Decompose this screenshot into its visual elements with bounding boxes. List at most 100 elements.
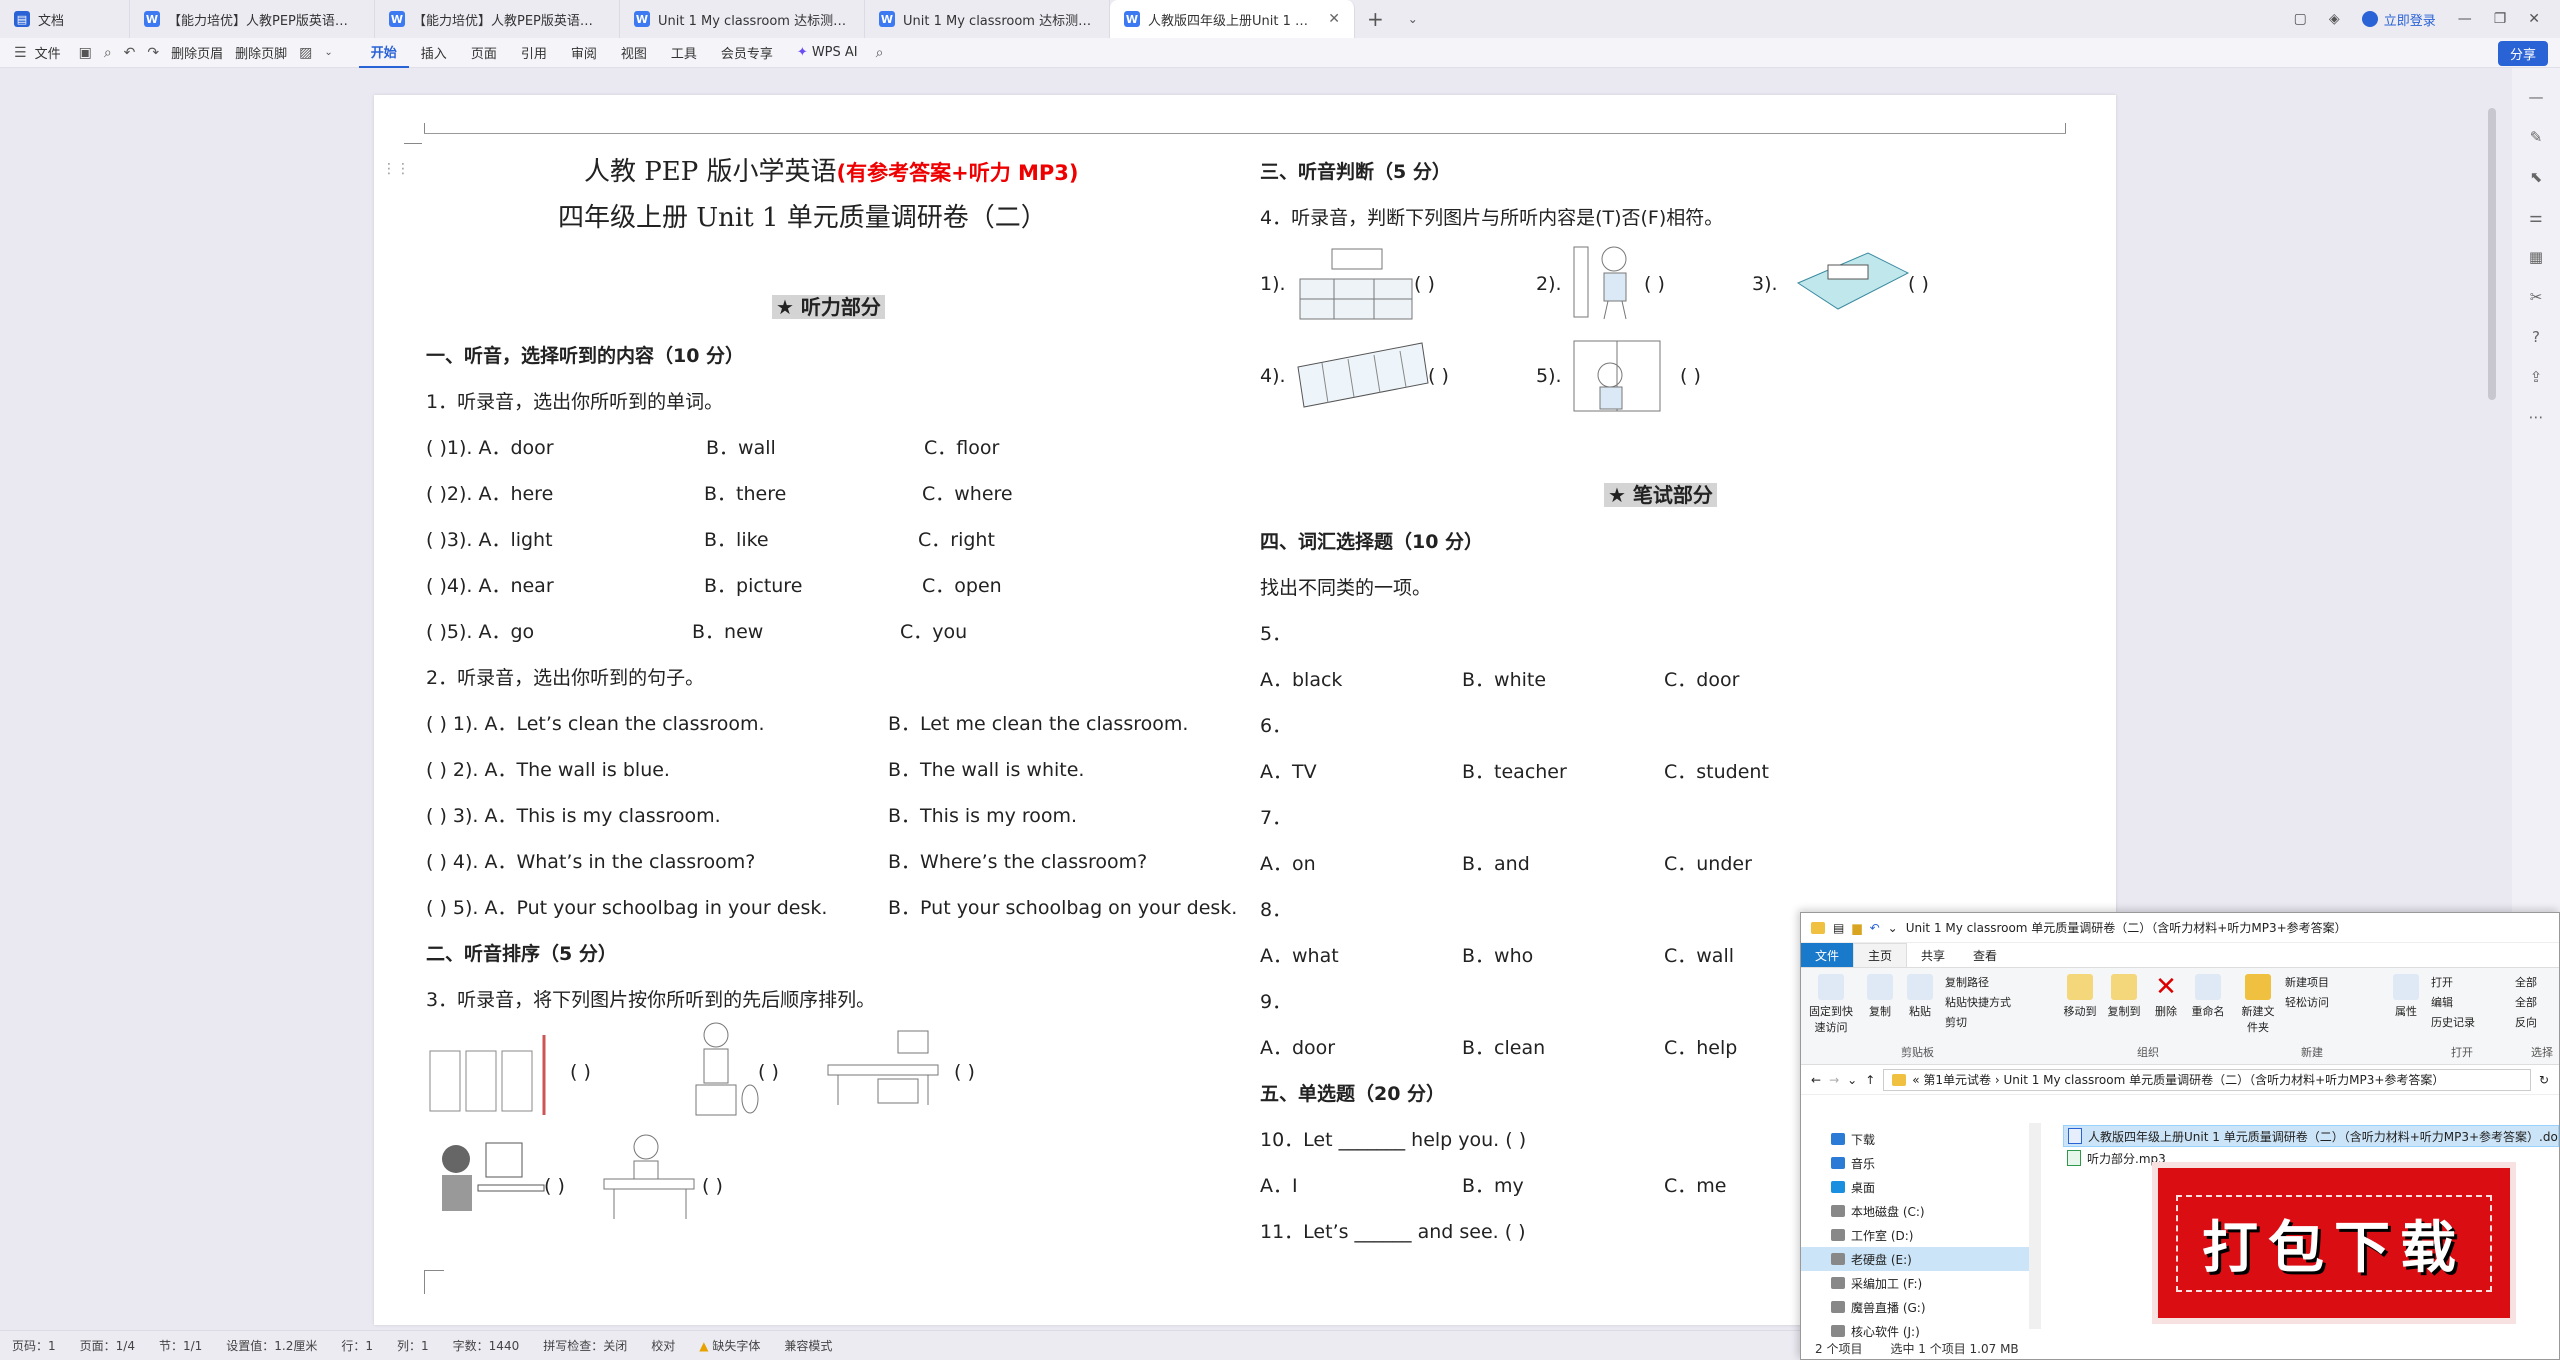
forward-icon[interactable]: → <box>1829 1073 1839 1087</box>
tab-doc-2[interactable]: W【能力培优】人教PEP版英语四年级上 <box>375 0 620 38</box>
open-button[interactable]: 打开 <box>2431 974 2475 990</box>
drag-handle-icon[interactable]: ⋮⋮ <box>382 161 410 177</box>
status-line[interactable]: 行：1 <box>329 1337 385 1354</box>
copy-to-button[interactable]: 复制到 <box>2107 974 2141 1019</box>
nav-item-drive-f[interactable]: 采编加工 (F:) <box>1801 1271 2030 1295</box>
undo-icon[interactable]: ↶ <box>118 45 142 61</box>
status-missing-font[interactable]: ▲ 缺失字体 <box>687 1337 772 1354</box>
new-item-button[interactable]: 新建项目 <box>2285 974 2329 990</box>
image-icon[interactable]: ▦ <box>2529 248 2543 266</box>
tab-insert[interactable]: 插入 <box>409 43 459 62</box>
explorer-tab-file[interactable]: 文件 <box>1801 943 1854 967</box>
status-setting[interactable]: 设置值：1.2厘米 <box>214 1337 329 1354</box>
share-button[interactable]: 分享 <box>2497 41 2548 66</box>
paste-button[interactable]: 粘贴 <box>1905 974 1935 1035</box>
file-item-mp3[interactable]: 听力部分.mp3 <box>2063 1147 2559 1169</box>
recent-chevron-icon[interactable]: ⌄ <box>1847 1073 1857 1087</box>
refresh-icon[interactable]: ↻ <box>2539 1073 2549 1087</box>
status-pages[interactable]: 页面：1/4 <box>68 1337 147 1354</box>
cut-button[interactable]: 剪切 <box>1945 1014 2011 1030</box>
edit-button[interactable]: 编辑 <box>2431 994 2475 1010</box>
more-icon[interactable]: ⋯ <box>2529 408 2544 426</box>
tab-reference[interactable]: 引用 <box>509 43 559 62</box>
qat-undo-icon[interactable]: ↶ <box>1870 921 1880 935</box>
address-field[interactable]: « 第1单元试卷 › Unit 1 My classroom 单元质量调研卷（二… <box>1883 1068 2531 1091</box>
tab-member[interactable]: 会员专享 <box>709 43 785 62</box>
qat-folder-icon[interactable]: ▆ <box>1852 921 1861 935</box>
file-menu[interactable]: 文件 <box>33 43 73 62</box>
delete-header-button[interactable]: 删除页眉 <box>165 43 229 62</box>
wps-ai-button[interactable]: ✦ WPS AI <box>785 45 870 60</box>
up-icon[interactable]: ↑ <box>1865 1073 1875 1087</box>
tab-view[interactable]: 视图 <box>609 43 659 62</box>
layout-icon[interactable]: ▢ <box>2294 11 2307 27</box>
close-tab-icon[interactable]: ✕ <box>1328 11 1340 27</box>
collapse-icon[interactable]: — <box>2529 88 2544 106</box>
status-proofread[interactable]: 校对 <box>639 1337 687 1354</box>
invert-selection-button[interactable]: 反向 <box>2515 1014 2537 1030</box>
tab-list-chevron-icon[interactable]: ⌄ <box>1396 0 1430 38</box>
status-section[interactable]: 节：1/1 <box>147 1337 214 1354</box>
tab-docs[interactable]: ▤ 文档 <box>0 0 130 38</box>
search-icon[interactable]: ⌕ <box>870 45 890 61</box>
shape-icon[interactable]: ▨ <box>293 45 318 61</box>
status-column[interactable]: 列：1 <box>385 1337 441 1354</box>
edit-icon[interactable]: ✎ <box>2530 128 2543 146</box>
nav-item-music[interactable]: 音乐 <box>1801 1151 2030 1175</box>
tab-doc-3[interactable]: W Unit 1 My classroom 达标测试卷 <box>620 0 865 38</box>
explorer-tab-share[interactable]: 共享 <box>1907 943 1959 967</box>
tools-icon[interactable]: ✂ <box>2530 288 2543 306</box>
nav-item-drive-d[interactable]: 工作室 (D:) <box>1801 1223 2030 1247</box>
nav-item-drive-g[interactable]: 魔兽直播 (G:) <box>1801 1295 2030 1319</box>
status-spell-check[interactable]: 拼写检查：关闭 <box>531 1337 639 1354</box>
hamburger-icon[interactable]: ☰ <box>0 45 33 61</box>
adjust-icon[interactable]: ⚌ <box>2529 208 2542 226</box>
qat-properties-icon[interactable]: ▤ <box>1833 921 1844 935</box>
nav-item-drive-c[interactable]: 本地磁盘 (C:) <box>1801 1199 2030 1223</box>
file-item-docx[interactable]: 人教版四年级上册Unit 1 单元质量调研卷（二）（含听力材料+听力MP3+参考… <box>2063 1125 2559 1147</box>
status-page-number[interactable]: 页码：1 <box>0 1337 68 1354</box>
skin-icon[interactable]: ◈ <box>2329 11 2340 27</box>
tab-doc-1[interactable]: W【能力培优】人教PEP版英语四年级上 <box>130 0 375 38</box>
properties-button[interactable]: 属性 <box>2391 974 2421 1030</box>
history-button[interactable]: 历史记录 <box>2431 1014 2475 1030</box>
nav-item-desktop[interactable]: 桌面 <box>1801 1175 2030 1199</box>
tab-tools[interactable]: 工具 <box>659 43 709 62</box>
delete-button[interactable]: ✕ 删除 <box>2151 974 2181 1019</box>
select-none-button[interactable]: 全部 <box>2515 994 2537 1010</box>
tab-start[interactable]: 开始 <box>358 38 409 68</box>
qat-chevron-icon[interactable]: ⌄ <box>1888 921 1898 935</box>
select-all-button[interactable]: 全部 <box>2515 974 2537 990</box>
easy-access-button[interactable]: 轻松访问 <box>2285 994 2329 1010</box>
restore-icon[interactable]: ❐ <box>2494 11 2507 27</box>
paste-shortcut-button[interactable]: 粘贴快捷方式 <box>1945 994 2011 1010</box>
login-button[interactable]: 立即登录 <box>2361 10 2436 29</box>
explorer-tab-home[interactable]: 主页 <box>1853 943 1908 967</box>
new-folder-button[interactable]: 新建文件夹 <box>2241 974 2275 1035</box>
back-icon[interactable]: ← <box>1811 1073 1821 1087</box>
nav-scrollbar[interactable] <box>2029 1123 2041 1329</box>
explorer-tab-view[interactable]: 查看 <box>1959 943 2011 967</box>
tab-review[interactable]: 审阅 <box>559 43 609 62</box>
tab-doc-4[interactable]: W Unit 1 My classroom 达标测试卷 <box>865 0 1110 38</box>
minimize-icon[interactable]: — <box>2458 11 2472 27</box>
move-to-button[interactable]: 移动到 <box>2063 974 2097 1019</box>
copy-button[interactable]: 复制 <box>1865 974 1895 1035</box>
select-icon[interactable]: ⬉ <box>2530 168 2543 186</box>
save-icon[interactable]: ▣ <box>73 45 98 61</box>
chevron-down-icon[interactable]: ⌄ <box>318 47 338 58</box>
tab-doc-active[interactable]: W 人教版四年级上册Unit 1 单元 ✕ <box>1110 0 1355 38</box>
vertical-scrollbar[interactable] <box>2488 108 2496 400</box>
new-tab-button[interactable]: + <box>1355 0 1396 38</box>
rename-button[interactable]: 重命名 <box>2191 974 2225 1019</box>
status-compat-mode[interactable]: 兼容模式 <box>772 1337 844 1354</box>
nav-item-drive-e[interactable]: 老硬盘 (E:) <box>1801 1247 2030 1271</box>
pin-quick-access-button[interactable]: 固定到快速访问 <box>1807 974 1855 1035</box>
delete-footer-button[interactable]: 删除页脚 <box>229 43 293 62</box>
copy-path-button[interactable]: 复制路径 <box>1945 974 2011 990</box>
share-panel-icon[interactable]: ⇪ <box>2530 368 2543 386</box>
redo-icon[interactable]: ↷ <box>141 45 165 61</box>
tab-page[interactable]: 页面 <box>459 43 509 62</box>
nav-item-downloads[interactable]: 下载 <box>1801 1127 2030 1151</box>
help-icon[interactable]: ? <box>2532 328 2540 346</box>
